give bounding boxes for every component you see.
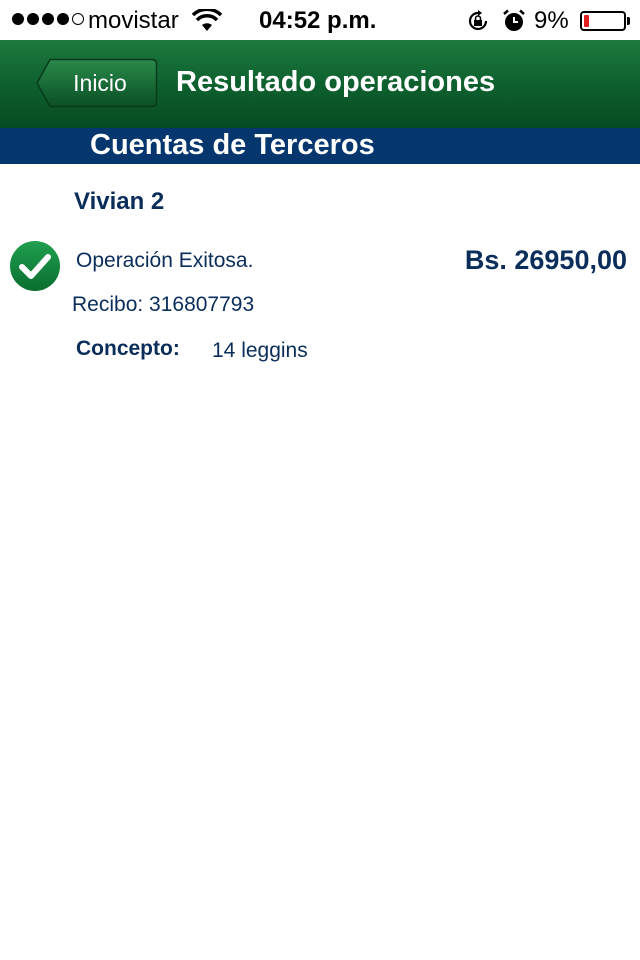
status-bar: movistar 04:52 p.m. 9% bbox=[0, 0, 640, 40]
page-title: Resultado operaciones bbox=[176, 66, 496, 98]
signal-dot bbox=[57, 13, 69, 25]
concept-value: 14 leggins bbox=[212, 339, 308, 362]
back-button[interactable]: Inicio bbox=[36, 58, 158, 108]
screen: movistar 04:52 p.m. 9% Inicio Resultado … bbox=[0, 0, 640, 960]
beneficiary-name: Vivian 2 bbox=[74, 188, 165, 215]
battery-tip bbox=[627, 17, 630, 25]
carrier-name: movistar bbox=[88, 7, 179, 34]
signal-dot bbox=[72, 13, 84, 25]
alarm-icon bbox=[503, 9, 525, 31]
signal-dot bbox=[27, 13, 39, 25]
signal-strength-icon bbox=[12, 13, 84, 25]
section-title: Cuentas de Terceros bbox=[90, 129, 375, 161]
rotation-lock-icon bbox=[468, 10, 488, 31]
section-header: Cuentas de Terceros bbox=[0, 128, 640, 164]
signal-dot bbox=[12, 13, 24, 25]
back-button-label: Inicio bbox=[73, 70, 127, 96]
transaction-amount: Bs. 26950,00 bbox=[464, 245, 627, 275]
battery-icon bbox=[580, 11, 626, 31]
checkmark-icon bbox=[10, 241, 60, 291]
clock: 04:52 p.m. bbox=[259, 7, 377, 34]
receipt-number: Recibo: 316807793 bbox=[72, 293, 255, 316]
battery-level bbox=[584, 15, 589, 27]
concept-label: Concepto: bbox=[76, 337, 180, 360]
signal-dot bbox=[42, 13, 54, 25]
operation-status: Operación Exitosa. bbox=[76, 249, 254, 272]
battery-percent: 9% bbox=[534, 7, 569, 34]
navigation-bar: Inicio Resultado operaciones bbox=[0, 40, 640, 128]
wifi-icon bbox=[192, 9, 222, 31]
